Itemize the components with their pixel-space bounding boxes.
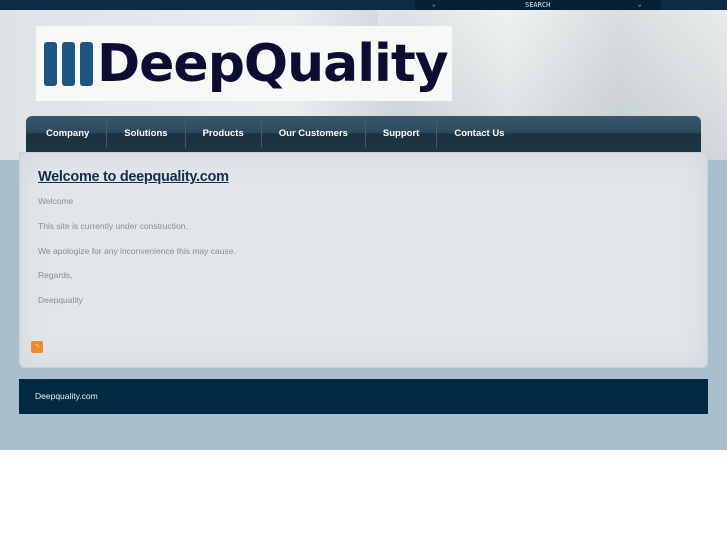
- nav-solutions[interactable]: Solutions: [107, 120, 186, 148]
- rss-feed-icon[interactable]: ◝: [31, 341, 43, 353]
- paragraph: Deepquality: [38, 295, 83, 305]
- nav-products[interactable]: Products: [186, 120, 262, 148]
- nav-support[interactable]: Support: [366, 120, 438, 148]
- footer: Deepquality.com: [19, 379, 708, 414]
- search-bar[interactable]: ⌄ SEARCH ⌄: [415, 0, 661, 10]
- paragraph: We apologize for any inconvenience this …: [38, 246, 236, 256]
- logo[interactable]: DeepQuality: [36, 26, 452, 101]
- chevron-down-icon[interactable]: ⌄: [638, 0, 642, 10]
- content-panel: Welcome to deepquality.com Welcome This …: [19, 152, 708, 368]
- paragraph: This site is currently under constructio…: [38, 221, 188, 231]
- footer-text: Deepquality.com: [35, 391, 98, 401]
- chevron-down-icon[interactable]: ⌄: [432, 0, 436, 10]
- search-label[interactable]: SEARCH: [525, 0, 550, 10]
- logo-bars-icon: [44, 41, 93, 86]
- nav-contact-us[interactable]: Contact Us: [437, 120, 521, 148]
- nav-company[interactable]: Company: [29, 120, 108, 148]
- main-nav: Company Solutions Products Our Customers…: [26, 116, 701, 152]
- nav-our-customers[interactable]: Our Customers: [262, 120, 366, 148]
- paragraph: Regards,: [38, 270, 73, 280]
- logo-text: DeepQuality: [97, 33, 449, 94]
- paragraph: Welcome: [38, 196, 74, 206]
- page-title[interactable]: Welcome to deepquality.com: [38, 169, 229, 185]
